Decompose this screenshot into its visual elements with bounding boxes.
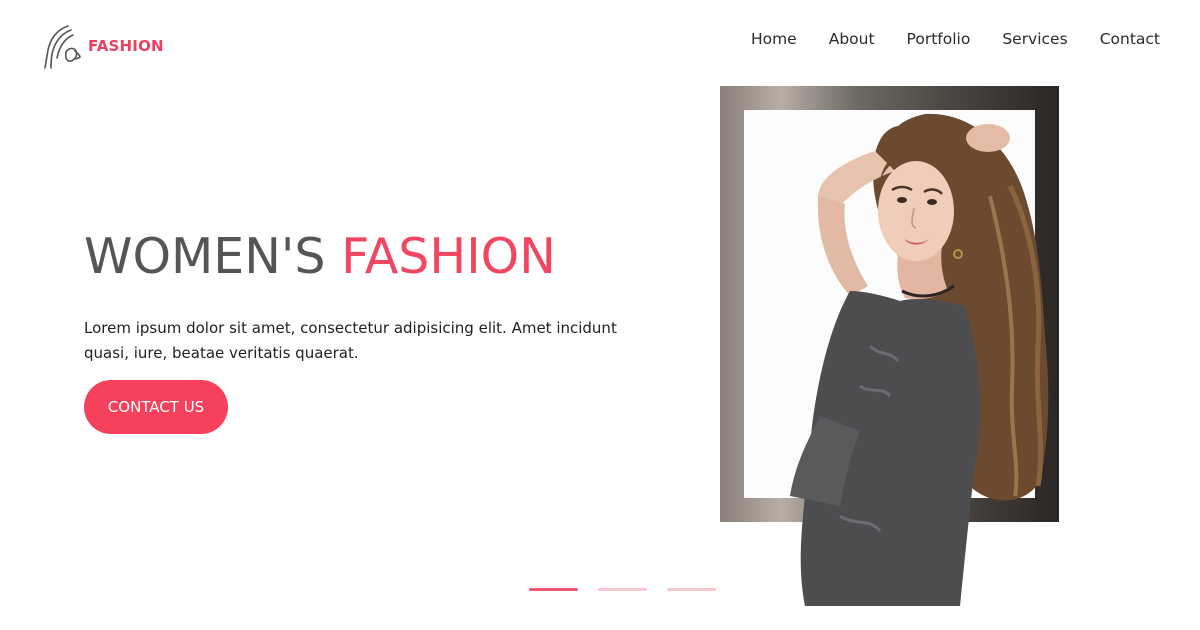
hero-title: WOMEN'S FASHION	[84, 228, 556, 285]
hero-title-part1: WOMEN'S	[84, 228, 326, 285]
nav-services[interactable]: Services	[1002, 30, 1067, 48]
nav-about[interactable]: About	[829, 30, 875, 48]
woman-silhouette-icon	[44, 25, 81, 69]
nav-home[interactable]: Home	[751, 30, 797, 48]
slider-indicator-3[interactable]	[667, 588, 716, 591]
main-nav: Home About Portfolio Services Contact	[719, 30, 1160, 48]
contact-us-button[interactable]: CONTACT US	[84, 380, 228, 434]
model-illustration	[790, 113, 1049, 606]
brand-name: FASHION	[88, 37, 164, 55]
hero-title-part2: FASHION	[341, 228, 556, 285]
slider-indicator-1[interactable]	[529, 588, 578, 591]
landing-page: FASHION Home About Portfolio Services Co…	[0, 0, 1200, 630]
slider-indicators	[529, 588, 716, 591]
slider-indicator-2[interactable]	[598, 588, 647, 591]
hero-model-photo	[720, 86, 1060, 616]
brand-logo[interactable]: FASHION	[42, 22, 164, 70]
nav-contact[interactable]: Contact	[1100, 30, 1160, 48]
nav-portfolio[interactable]: Portfolio	[907, 30, 971, 48]
hero-description: Lorem ipsum dolor sit amet, consectetur …	[84, 319, 617, 362]
